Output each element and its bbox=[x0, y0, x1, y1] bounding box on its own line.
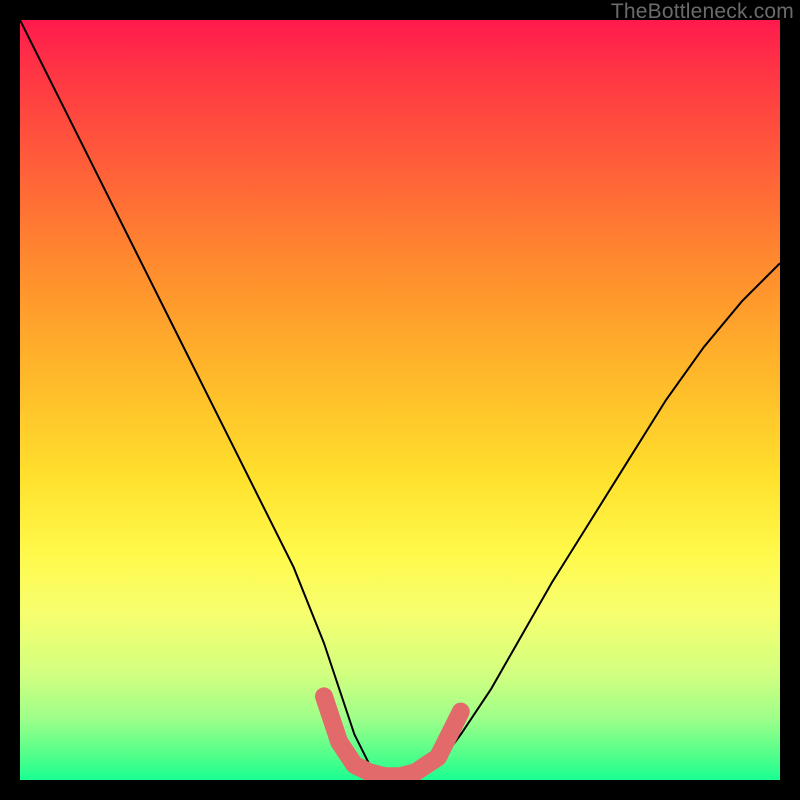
plot-area bbox=[20, 20, 780, 780]
chart-svg bbox=[20, 20, 780, 780]
bottleneck-curve bbox=[20, 20, 780, 780]
optimal-zone-marker bbox=[324, 696, 461, 776]
chart-frame: TheBottleneck.com bbox=[0, 0, 800, 800]
